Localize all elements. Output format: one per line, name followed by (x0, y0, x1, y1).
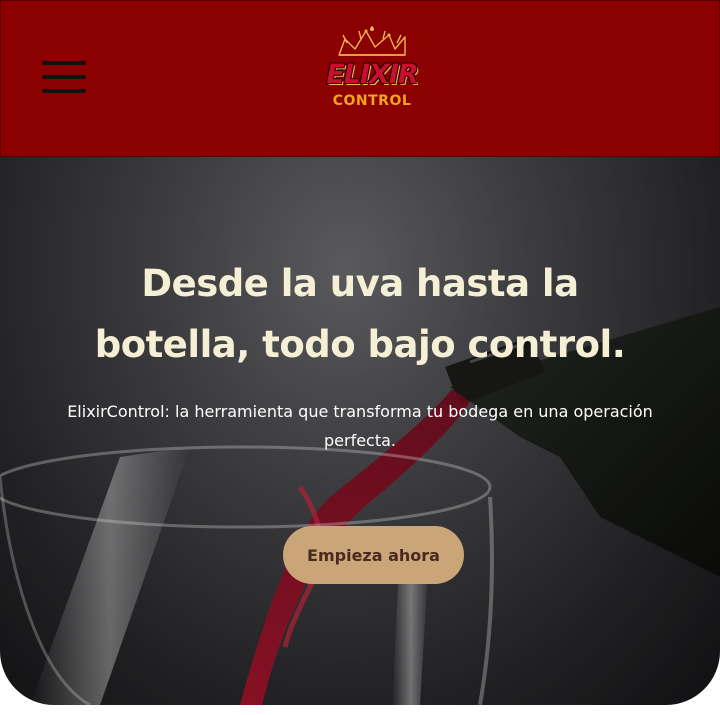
top-header: ELIXIR CONTROL (0, 0, 720, 157)
hero-subtitle: ElixirControl: la herramienta que transf… (67, 402, 653, 450)
brand-name: ELIXIR (326, 59, 418, 90)
hero-title: Desde la uva hasta la botella, todo bajo… (94, 262, 626, 366)
hamburger-icon-bar (42, 89, 86, 93)
menu-button[interactable] (39, 57, 89, 99)
start-now-button[interactable]: Empieza ahora (283, 526, 464, 584)
brand-subtitle: CONTROL (332, 93, 412, 109)
hamburger-icon-bar (42, 61, 86, 65)
brand-logo[interactable]: ELIXIR CONTROL (317, 25, 427, 113)
hero-section: Desde la uva hasta la botella, todo bajo… (0, 157, 720, 705)
hamburger-icon-bar (42, 75, 86, 79)
